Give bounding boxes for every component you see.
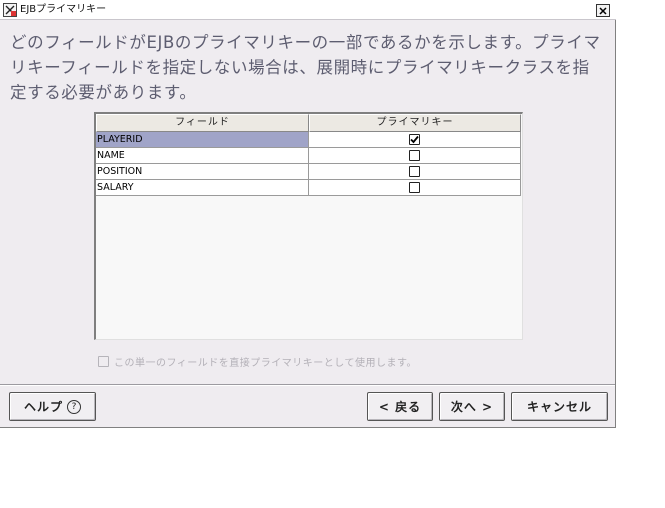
primary-key-checkbox[interactable] <box>409 134 420 145</box>
field-name-cell[interactable]: PLAYERID <box>96 132 309 148</box>
next-button[interactable]: 次へ > <box>439 392 505 421</box>
close-button[interactable] <box>596 4 610 17</box>
table-body: PLAYERID NAME POSITION SALARY <box>96 132 523 196</box>
table-row[interactable]: POSITION <box>96 164 523 180</box>
help-button[interactable]: ヘルプ ? <box>9 392 96 421</box>
close-icon <box>599 6 607 15</box>
table-row[interactable]: PLAYERID <box>96 132 523 148</box>
primary-key-cell <box>309 148 521 164</box>
checkmark-icon <box>410 135 419 144</box>
cancel-button[interactable]: キャンセル <box>511 392 608 421</box>
direct-primary-key-label: この単一のフィールドを直接プライマリキーとして使用します。 <box>114 358 417 369</box>
button-separator <box>0 384 615 386</box>
column-header-field[interactable]: フィールド <box>96 114 309 132</box>
field-name-cell[interactable]: NAME <box>96 148 309 164</box>
table-header: フィールド プライマリキー <box>96 114 523 132</box>
dialog-window: EJBプライマリキー どのフィールドがEJBのプライマリキーの一部であるかを示し… <box>0 0 616 428</box>
help-button-label: ヘルプ <box>23 400 63 414</box>
title-bar: EJBプライマリキー <box>0 0 616 20</box>
field-name-cell[interactable]: SALARY <box>96 180 309 196</box>
help-icon: ? <box>67 399 81 414</box>
app-icon <box>3 3 17 17</box>
table-row[interactable]: SALARY <box>96 180 523 196</box>
table-row[interactable]: NAME <box>96 148 523 164</box>
primary-key-checkbox[interactable] <box>409 150 420 161</box>
back-button[interactable]: < 戻る <box>367 392 433 421</box>
primary-key-cell <box>309 132 521 148</box>
primary-key-cell <box>309 164 521 180</box>
direct-primary-key-option: この単一のフィールドを直接プライマリキーとして使用します。 <box>98 354 417 369</box>
primary-key-checkbox[interactable] <box>409 166 420 177</box>
description-text: どのフィールドがEJBのプライマリキーの一部であるかを示します。プライマリキーフ… <box>10 33 601 102</box>
column-header-primary-key[interactable]: プライマリキー <box>309 114 521 132</box>
primary-key-table: フィールド プライマリキー PLAYERID NAME POSITION SALARY <box>94 112 523 340</box>
direct-primary-key-checkbox[interactable] <box>98 356 109 367</box>
primary-key-cell <box>309 180 521 196</box>
primary-key-checkbox[interactable] <box>409 182 420 193</box>
field-name-cell[interactable]: POSITION <box>96 164 309 180</box>
window-title: EJBプライマリキー <box>20 4 107 15</box>
